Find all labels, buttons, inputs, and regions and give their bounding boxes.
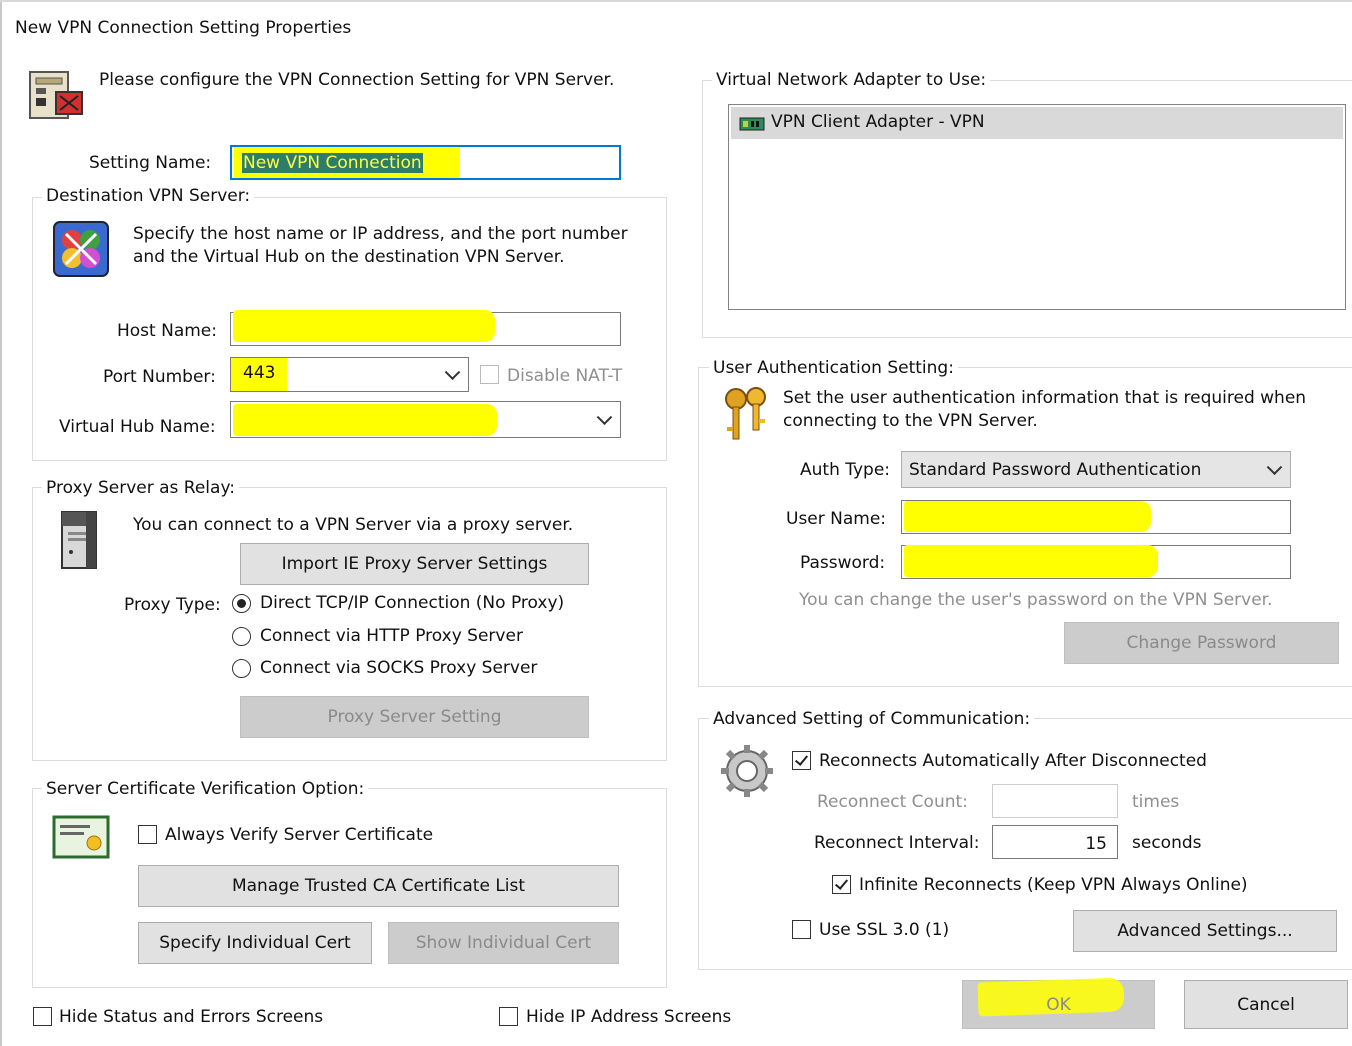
proxy-http-radio[interactable] xyxy=(232,627,251,646)
auth-type-combo[interactable]: Standard Password Authentication xyxy=(901,451,1291,488)
window-title: New VPN Connection Setting Properties xyxy=(15,18,352,38)
reconnect-interval-unit: seconds xyxy=(1132,833,1202,853)
gear-icon xyxy=(721,745,773,797)
user-name-redaction xyxy=(904,501,1151,532)
hide-ip-label: Hide IP Address Screens xyxy=(526,1007,732,1027)
vpn-computer-icon xyxy=(29,71,83,119)
proxy-type-label: Proxy Type: xyxy=(124,595,221,615)
hide-ip-checkbox[interactable] xyxy=(499,1007,518,1026)
proxy-direct-label: Direct TCP/IP Connection (No Proxy) xyxy=(260,593,565,613)
proxy-group-title: Proxy Server as Relay: xyxy=(42,478,240,498)
password-change-note: You can change the user's password on th… xyxy=(799,590,1273,610)
import-ie-proxy-button[interactable]: Import IE Proxy Server Settings xyxy=(240,543,589,585)
reconnect-interval-value: 15 xyxy=(1085,834,1107,854)
cancel-button[interactable]: Cancel xyxy=(1184,980,1348,1029)
auth-type-label: Auth Type: xyxy=(800,460,891,480)
destination-group-title: Destination VPN Server: xyxy=(42,186,255,206)
server-tower-icon xyxy=(61,511,97,569)
reconnect-auto-checkbox[interactable] xyxy=(792,751,811,770)
window-border-top xyxy=(0,0,1352,2)
setting-name-value: New VPN Connection xyxy=(242,153,423,173)
manage-trusted-ca-button[interactable]: Manage Trusted CA Certificate List xyxy=(138,865,619,907)
password-label: Password: xyxy=(800,553,886,573)
reconnect-count-unit: times xyxy=(1132,792,1180,812)
chevron-down-icon[interactable] xyxy=(444,363,461,380)
change-password-button[interactable]: Change Password xyxy=(1064,622,1339,664)
virtual-hub-label: Virtual Hub Name: xyxy=(59,417,216,437)
proxy-socks-radio[interactable] xyxy=(232,659,251,678)
always-verify-checkbox[interactable] xyxy=(138,825,157,844)
hide-status-label: Hide Status and Errors Screens xyxy=(59,1007,324,1027)
infinite-reconnects-checkbox[interactable] xyxy=(832,875,851,894)
host-name-redaction xyxy=(233,310,495,342)
proxy-description: You can connect to a VPN Server via a pr… xyxy=(133,515,574,535)
proxy-socks-label: Connect via SOCKS Proxy Server xyxy=(260,658,538,678)
network-adapter-icon xyxy=(739,117,765,131)
intro-text: Please configure the VPN Connection Sett… xyxy=(99,70,615,90)
adapter-group-title: Virtual Network Adapter to Use: xyxy=(712,70,991,90)
reconnect-interval-label: Reconnect Interval: xyxy=(814,833,980,853)
advanced-group-title: Advanced Setting of Communication: xyxy=(709,709,1035,729)
auth-type-value: Standard Password Authentication xyxy=(909,460,1202,480)
setting-name-input[interactable]: New VPN Connection xyxy=(230,145,621,180)
ok-button-label: OK xyxy=(1046,994,1071,1015)
auth-description-2: connecting to the VPN Server. xyxy=(783,411,1038,431)
adapter-list-item-label: VPN Client Adapter - VPN xyxy=(771,112,985,132)
port-number-combo[interactable]: 443 xyxy=(230,357,469,392)
reconnect-count-input[interactable] xyxy=(992,784,1118,818)
disable-natt-label: Disable NAT-T xyxy=(507,366,623,386)
auth-description-1: Set the user authentication information … xyxy=(783,388,1307,408)
adapter-list[interactable]: VPN Client Adapter - VPN xyxy=(728,104,1346,310)
hide-status-checkbox[interactable] xyxy=(33,1007,52,1026)
adapter-list-item[interactable]: VPN Client Adapter - VPN xyxy=(731,107,1343,139)
reconnect-auto-label: Reconnects Automatically After Disconnec… xyxy=(819,751,1207,771)
advanced-settings-button[interactable]: Advanced Settings... xyxy=(1073,910,1337,952)
show-individual-cert-button[interactable]: Show Individual Cert xyxy=(388,922,619,964)
infinite-reconnects-label: Infinite Reconnects (Keep VPN Always Onl… xyxy=(859,875,1248,895)
chevron-down-icon[interactable] xyxy=(596,408,613,425)
reconnect-count-label: Reconnect Count: xyxy=(817,792,968,812)
destination-description-1: Specify the host name or IP address, and… xyxy=(133,224,628,244)
window-border xyxy=(0,0,2,1046)
network-globe-icon xyxy=(53,221,109,277)
always-verify-label: Always Verify Server Certificate xyxy=(165,825,434,845)
host-name-label: Host Name: xyxy=(117,321,217,341)
use-ssl3-label: Use SSL 3.0 (1) xyxy=(819,920,950,940)
proxy-direct-radio[interactable] xyxy=(232,594,251,613)
certificate-group-title: Server Certificate Verification Option: xyxy=(42,779,369,799)
specify-individual-cert-button[interactable]: Specify Individual Cert xyxy=(138,922,372,964)
port-number-value: 443 xyxy=(243,363,276,383)
use-ssl3-checkbox[interactable] xyxy=(792,920,811,939)
destination-description-2: and the Virtual Hub on the destination V… xyxy=(133,247,565,267)
proxy-http-label: Connect via HTTP Proxy Server xyxy=(260,626,523,646)
setting-name-label: Setting Name: xyxy=(89,153,212,173)
disable-natt-checkbox[interactable] xyxy=(480,365,499,384)
proxy-server-setting-button[interactable]: Proxy Server Setting xyxy=(240,696,589,738)
keys-icon xyxy=(725,387,766,440)
reconnect-interval-input[interactable]: 15 xyxy=(992,825,1118,859)
certificate-icon xyxy=(52,815,110,859)
user-name-label: User Name: xyxy=(786,509,887,529)
auth-group-title: User Authentication Setting: xyxy=(709,358,958,378)
password-redaction xyxy=(904,545,1158,577)
chevron-down-icon[interactable] xyxy=(1266,458,1283,475)
port-number-label: Port Number: xyxy=(103,367,216,387)
virtual-hub-redaction xyxy=(233,404,497,436)
